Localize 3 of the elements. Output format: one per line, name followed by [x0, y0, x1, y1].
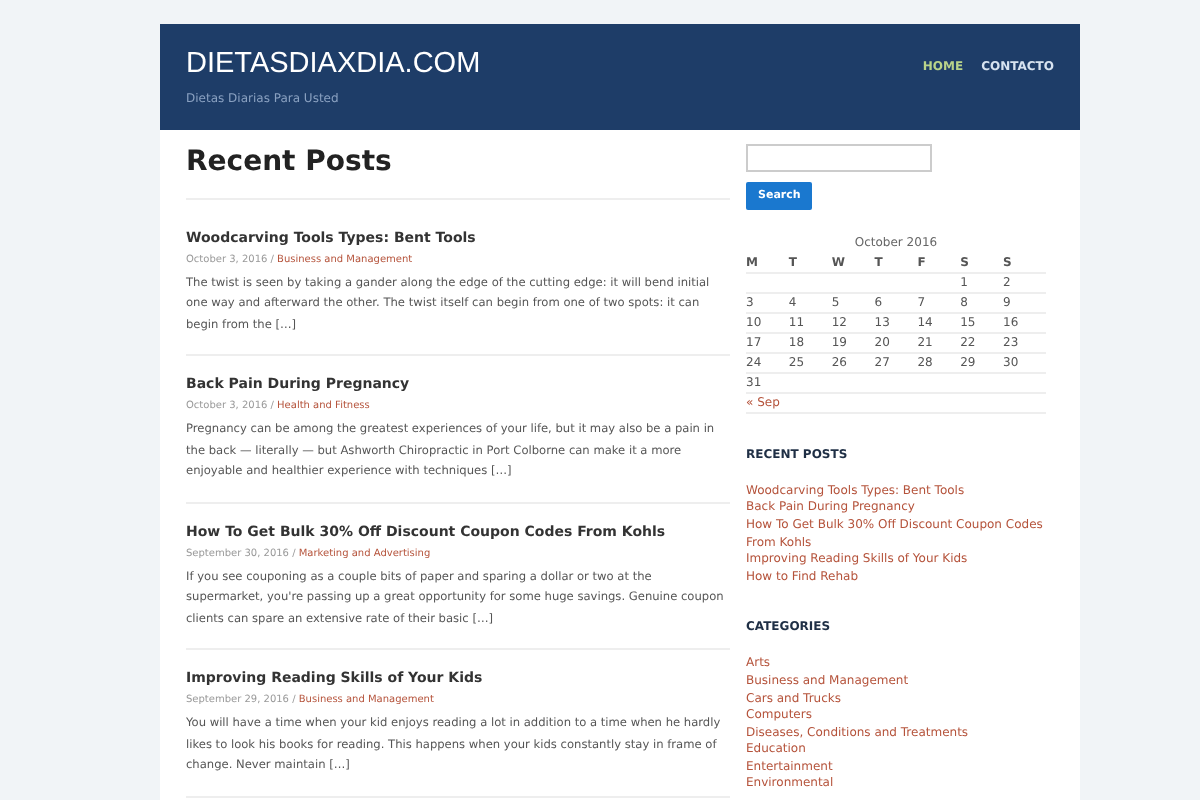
- page-heading: Recent Posts: [186, 130, 730, 200]
- search-field[interactable]: [746, 144, 932, 172]
- site-title[interactable]: DIETASDIAXDIA.COM: [186, 50, 481, 79]
